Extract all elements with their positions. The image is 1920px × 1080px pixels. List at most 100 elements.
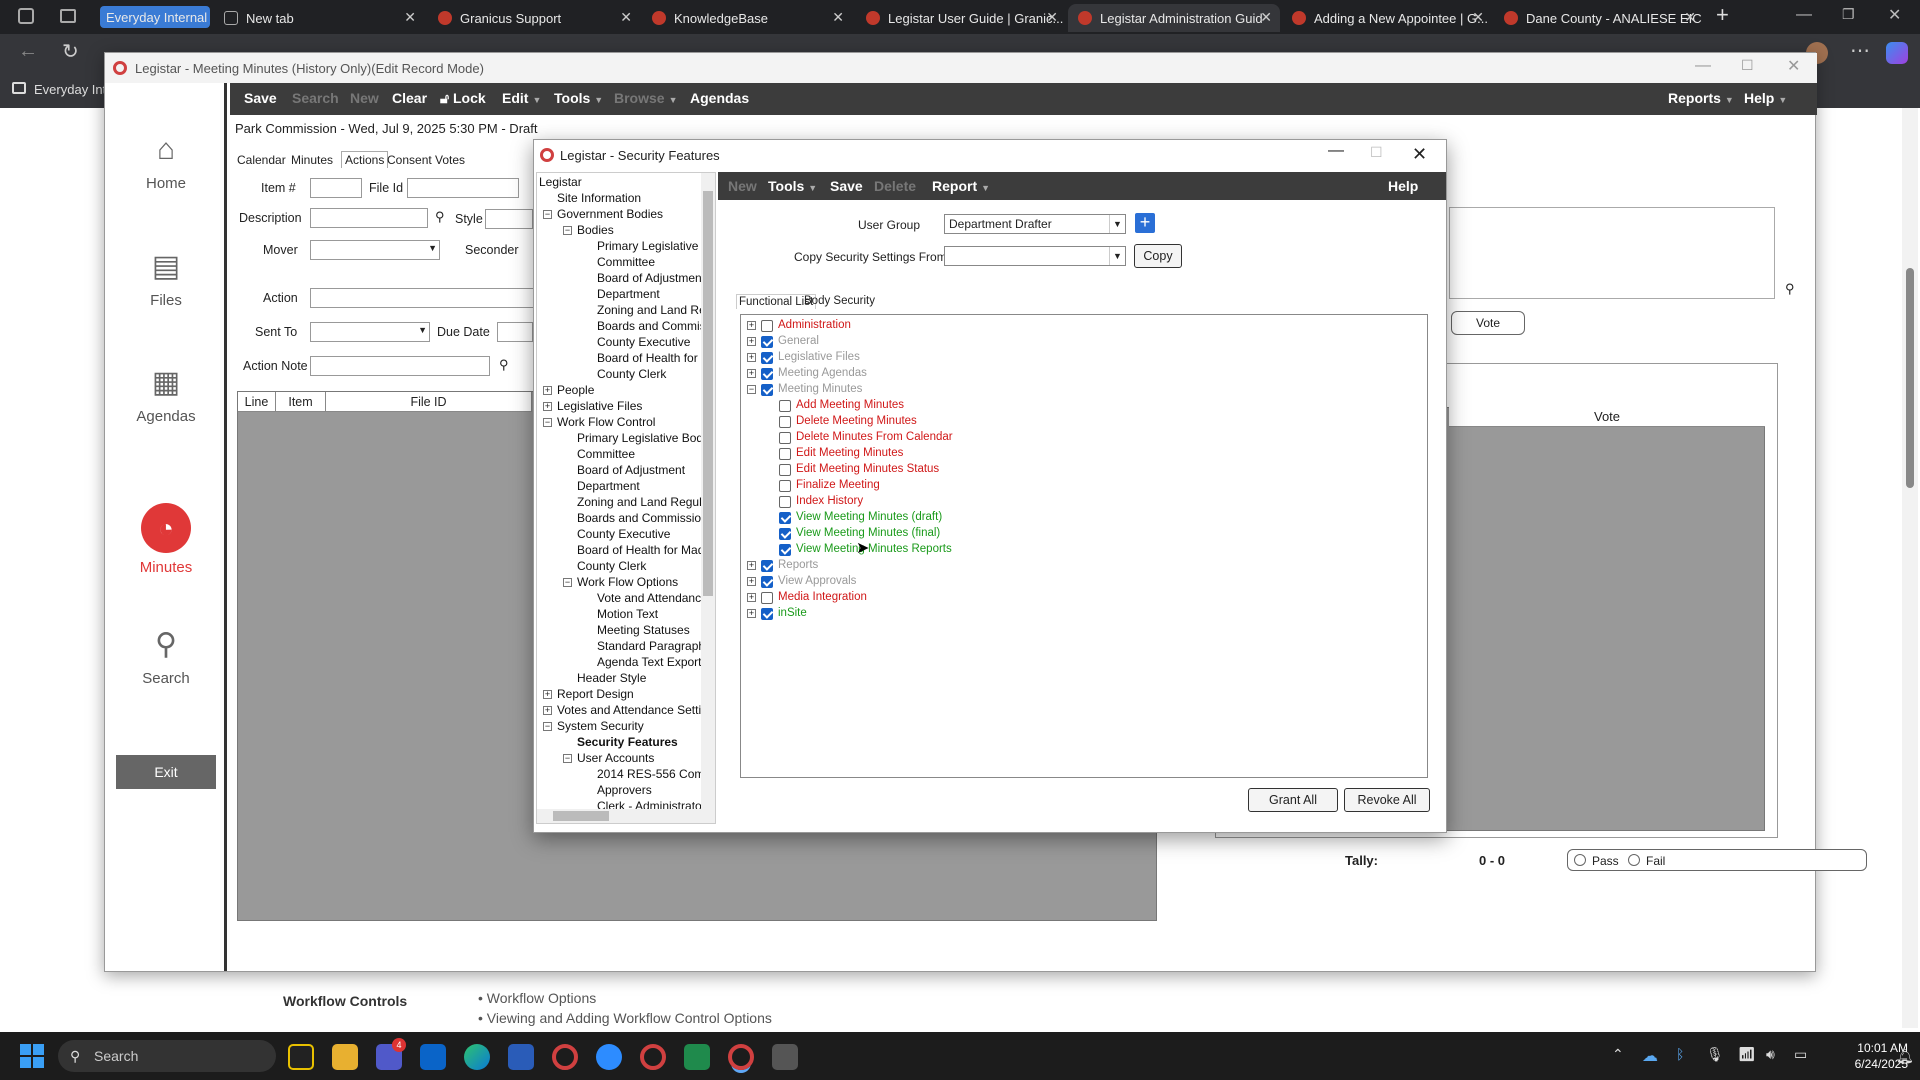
spreadsheet-icon[interactable] — [684, 1044, 710, 1070]
page-scrollbar[interactable] — [1902, 108, 1918, 1028]
tab-new-tab[interactable]: New tab ✕ — [214, 4, 424, 32]
permission-checkbox[interactable] — [779, 464, 791, 476]
action-input[interactable] — [310, 288, 534, 308]
lock-button[interactable]: 🔓︎ Lock — [440, 90, 486, 107]
vote-button[interactable]: Vote — [1451, 311, 1525, 335]
expand-icon[interactable]: + — [543, 706, 552, 715]
permission-checkbox[interactable] — [761, 576, 773, 588]
legistar-app-icon[interactable] — [552, 1044, 578, 1070]
tree-node[interactable]: Committee — [577, 447, 635, 461]
minimize-icon[interactable]: — — [1796, 6, 1812, 24]
pass-radio[interactable] — [1574, 854, 1586, 866]
expand-icon[interactable]: + — [747, 337, 756, 346]
exit-button[interactable]: Exit — [116, 755, 216, 789]
fail-radio[interactable] — [1628, 854, 1640, 866]
fileid-input[interactable] — [407, 178, 519, 198]
tree-node[interactable]: Boards and Commission — [577, 511, 708, 525]
permission-checkbox[interactable] — [761, 592, 773, 604]
mover-select[interactable]: ▼ — [310, 240, 440, 260]
tree-node[interactable]: Board of Health for I — [597, 351, 704, 365]
tree-node[interactable]: County Clerk — [597, 367, 666, 381]
new-button[interactable]: New — [350, 90, 379, 106]
copilot-icon[interactable] — [1886, 42, 1908, 64]
reload-icon[interactable]: ↻ — [62, 39, 79, 64]
bluetooth-icon[interactable]: ᛒ — [1676, 1046, 1684, 1062]
grant-all-button[interactable]: Grant All — [1248, 788, 1338, 812]
grid-header-fileid[interactable]: File ID — [326, 392, 532, 412]
tree-node[interactable]: 2014 RES-556 Comm — [597, 767, 714, 781]
search-icon[interactable]: ⚲ — [499, 357, 509, 373]
tab-knowledgebase[interactable]: KnowledgeBase ✕ — [642, 4, 852, 32]
close-icon[interactable]: ✕ — [404, 9, 416, 26]
restore-icon[interactable]: ❐ — [1842, 6, 1855, 23]
tab-group-everyday-internal[interactable]: Everyday Internal — [100, 6, 210, 28]
vote-column-header[interactable]: Vote — [1449, 407, 1765, 427]
collapse-icon[interactable]: − — [747, 385, 756, 394]
tools-menu[interactable]: Tools ▼ — [554, 90, 603, 106]
collapse-icon[interactable]: − — [543, 722, 552, 731]
minutes-icon[interactable]: ◔ — [141, 503, 191, 553]
clear-button[interactable]: Clear — [392, 90, 427, 106]
edge-icon[interactable] — [464, 1044, 490, 1070]
permission-checkbox[interactable] — [761, 560, 773, 572]
bookmark-everyday-internal[interactable]: Everyday Inte — [34, 82, 114, 97]
battery-icon[interactable]: ▭ — [1794, 1046, 1807, 1063]
expand-icon[interactable]: + — [543, 386, 552, 395]
tab-legistar-admin-guide[interactable]: Legistar Administration Guid ✕ — [1068, 4, 1280, 32]
search-button[interactable]: Search — [292, 90, 339, 106]
tree-node[interactable]: Meeting Statuses — [597, 623, 690, 637]
permission-checkbox[interactable] — [761, 608, 773, 620]
help-menu[interactable]: Help ▼ — [1744, 90, 1787, 106]
dialog-help-button[interactable]: Help — [1388, 178, 1418, 194]
tree-node[interactable]: County Clerk — [577, 559, 646, 573]
legistar-app-icon-active[interactable] — [728, 1044, 754, 1070]
security-tree[interactable]: Legistar Site Information − Government Bodi… — [536, 172, 716, 824]
permission-checkbox[interactable] — [779, 448, 791, 460]
tree-node[interactable]: Report Design — [557, 687, 634, 701]
permission-checkbox[interactable] — [761, 384, 773, 396]
tab-body-security[interactable]: Body Security — [804, 295, 875, 307]
tree-node[interactable]: Department — [597, 287, 660, 301]
permission-checkbox[interactable] — [761, 368, 773, 380]
tab-dane-county[interactable]: Dane County - ANALIESE EIC ✕ — [1494, 4, 1704, 32]
permission-checkbox[interactable] — [779, 512, 791, 524]
tree-node[interactable]: Standard Paragraph — [597, 639, 705, 653]
tree-node[interactable]: Primary Legislative B — [597, 239, 710, 253]
permission-checkbox[interactable] — [779, 416, 791, 428]
back-icon[interactable]: ← — [18, 40, 38, 63]
tree-node[interactable]: Header Style — [577, 671, 646, 685]
permission-checkbox[interactable] — [761, 352, 773, 364]
grid-header-item[interactable]: Item — [276, 392, 326, 412]
tree-node[interactable]: Board of Health for Mad — [577, 543, 704, 557]
link-viewing-adding-workflow[interactable]: • Viewing and Adding Workflow Control Op… — [478, 1010, 772, 1026]
word-icon[interactable] — [508, 1044, 534, 1070]
add-icon[interactable]: + — [1135, 213, 1155, 233]
tree-node[interactable]: Department — [577, 479, 640, 493]
expand-icon[interactable]: + — [747, 369, 756, 378]
tree-node[interactable]: Agenda Text Export — [597, 655, 702, 669]
new-tab-icon[interactable]: + — [1716, 2, 1729, 28]
expand-icon[interactable]: + — [747, 593, 756, 602]
page-scrollbar-thumb[interactable] — [1906, 268, 1914, 488]
search-icon[interactable]: ⚲ — [435, 209, 445, 225]
tree-node[interactable]: People — [557, 383, 594, 397]
permission-checkbox[interactable] — [761, 336, 773, 348]
tree-node[interactable]: Zoning and Land Regula — [577, 495, 708, 509]
permission-checkbox[interactable] — [779, 480, 791, 492]
maximize-icon[interactable]: ☐ — [1741, 57, 1754, 74]
collapse-icon[interactable]: − — [563, 754, 572, 763]
expand-icon[interactable]: + — [543, 690, 552, 699]
agendas-button[interactable]: Agendas — [690, 90, 749, 106]
expand-icon[interactable]: + — [747, 577, 756, 586]
permission-checkbox[interactable] — [779, 544, 791, 556]
tree-node[interactable]: County Executive — [597, 335, 690, 349]
tree-node[interactable]: Work Flow Control — [557, 415, 655, 429]
windows-start-icon[interactable] — [20, 1044, 44, 1068]
close-icon[interactable]: ✕ — [832, 9, 844, 26]
tree-node[interactable]: Board of Adjustment — [597, 271, 705, 285]
functional-list[interactable]: + Administration + General + Legislative File… — [740, 314, 1428, 778]
tree-node[interactable]: System Security — [557, 719, 644, 733]
notes-box[interactable] — [1449, 207, 1775, 299]
tab-minutes[interactable]: Minutes — [291, 153, 333, 167]
volume-icon[interactable]: 🔊︎ — [1766, 1046, 1775, 1063]
